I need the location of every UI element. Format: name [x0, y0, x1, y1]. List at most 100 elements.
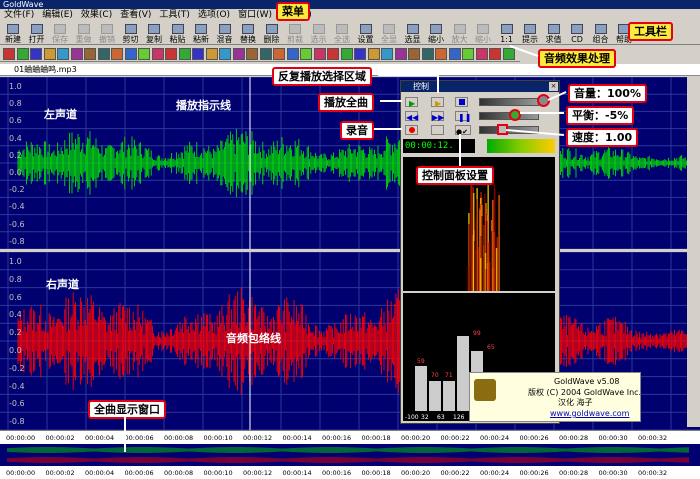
record-button[interactable] — [405, 125, 418, 135]
effect-icon[interactable] — [232, 48, 245, 60]
effect-icon[interactable] — [462, 48, 474, 60]
play-selection-icon: ▶ — [435, 99, 442, 108]
rewind-button[interactable]: ◀◀ — [405, 111, 418, 122]
toolbar-button[interactable]: 选显 — [402, 22, 424, 44]
toolbar-button[interactable]: 设置 — [355, 22, 377, 44]
toolbar-button[interactable]: 重做 — [73, 22, 95, 44]
play-all-button[interactable]: ▶ — [405, 97, 418, 108]
spectrum-value: 59 — [417, 358, 425, 365]
toolbar-button[interactable]: CD — [566, 22, 588, 44]
menu-item[interactable]: 工具(T) — [155, 9, 194, 21]
toolbar-button[interactable]: 打开 — [26, 22, 48, 44]
overview-window[interactable] — [0, 444, 700, 466]
effect-icon[interactable] — [124, 48, 137, 60]
pause-button[interactable]: ❚❚ — [455, 111, 471, 122]
effect-icon[interactable] — [421, 48, 434, 60]
effect-icon[interactable] — [205, 48, 218, 60]
record-stop-button[interactable] — [431, 125, 444, 135]
vertical-scrollbar[interactable] — [687, 77, 700, 427]
effect-icon[interactable] — [327, 48, 339, 60]
toolbar-button[interactable]: 组合 — [590, 22, 612, 44]
effect-icon[interactable] — [43, 48, 56, 60]
effect-icon[interactable] — [178, 48, 191, 60]
time-tick-label: 00:00:04 — [85, 434, 115, 442]
effect-icon[interactable] — [448, 48, 461, 60]
control-panel-title-bar[interactable]: 控制 × — [401, 81, 559, 92]
effect-icon[interactable] — [192, 48, 204, 60]
toolbar-button[interactable]: 粘贴 — [167, 22, 189, 44]
toolbar-button[interactable]: 缩小 — [425, 22, 447, 44]
effect-icon[interactable] — [489, 48, 501, 60]
effect-icon[interactable] — [246, 48, 258, 60]
effect-icon[interactable] — [84, 48, 96, 60]
effect-icon[interactable] — [286, 48, 299, 60]
about-website-link[interactable]: www.goldwave.com — [550, 409, 629, 418]
toolbar-button[interactable]: 求值 — [543, 22, 565, 44]
menu-item[interactable]: 效果(C) — [77, 9, 116, 21]
effect-icon[interactable] — [16, 48, 29, 60]
effect-icon[interactable] — [340, 48, 353, 60]
time-tick-label: 00:00:10 — [203, 434, 233, 442]
effect-icon[interactable] — [259, 48, 272, 60]
effect-icon[interactable] — [367, 48, 380, 60]
overview-waveform[interactable] — [0, 444, 700, 466]
toolbar-button[interactable]: 全显 — [378, 22, 400, 44]
menu-item[interactable]: 查看(V) — [116, 9, 155, 21]
effect-icon[interactable] — [30, 48, 42, 60]
effect-icon[interactable] — [3, 48, 15, 60]
effect-icon[interactable] — [97, 48, 110, 60]
effect-icon[interactable] — [151, 48, 164, 60]
toolbar-button[interactable]: 替换 — [237, 22, 259, 44]
effect-icon[interactable] — [394, 48, 407, 60]
volume-knob[interactable] — [537, 94, 550, 107]
toolbar-button[interactable]: 复制 — [143, 22, 165, 44]
effect-icon[interactable] — [435, 48, 447, 60]
toolbar-button[interactable]: 新建 — [2, 22, 24, 44]
toolbar-button[interactable]: 删除 — [261, 22, 283, 44]
effect-icon[interactable] — [273, 48, 285, 60]
app-title: GoldWave — [3, 0, 44, 9]
effect-icon[interactable] — [354, 48, 366, 60]
toolbar-button[interactable]: 提示 — [519, 22, 541, 44]
effect-icon[interactable] — [381, 48, 393, 60]
toolbar-button[interactable]: 撤销 — [96, 22, 118, 44]
effect-icon[interactable] — [70, 48, 83, 60]
toolbar-button[interactable]: 选示 — [308, 22, 330, 44]
speed-knob[interactable] — [497, 124, 508, 135]
speed-slider[interactable] — [479, 126, 539, 134]
close-icon[interactable]: × — [549, 82, 558, 91]
time-tick-label: 00:00:00 — [6, 434, 36, 442]
effect-icon[interactable] — [502, 48, 515, 60]
effect-icon[interactable] — [300, 48, 312, 60]
menu-item[interactable]: 文件(F) — [0, 9, 38, 21]
effect-icon[interactable] — [313, 48, 326, 60]
effect-icon[interactable] — [57, 48, 69, 60]
effect-icon[interactable] — [165, 48, 177, 60]
toolbar-button[interactable]: 缩小 — [472, 22, 494, 44]
time-tick-label: 00:00:24 — [480, 469, 510, 477]
effect-icon[interactable] — [475, 48, 488, 60]
effect-icon[interactable] — [408, 48, 420, 60]
balance-knob[interactable] — [509, 109, 521, 121]
toolbar-button[interactable]: 混音 — [214, 22, 236, 44]
toolbar-icon — [430, 24, 442, 34]
play-selection-button[interactable]: ▶ — [431, 97, 444, 108]
effect-icon[interactable] — [219, 48, 231, 60]
toolbar-button[interactable]: 剪裁 — [284, 22, 306, 44]
y-axis-label: -0.4 — [9, 202, 25, 212]
toolbar-button[interactable]: 放大 — [449, 22, 471, 44]
toolbar-button[interactable]: 保存 — [49, 22, 71, 44]
menu-item[interactable]: 选项(O) — [194, 9, 234, 21]
toolbar-button[interactable]: 1:1 — [496, 22, 518, 44]
volume-slider[interactable] — [479, 98, 539, 106]
effect-icon[interactable] — [138, 48, 150, 60]
toolbar-button[interactable]: 全选 — [331, 22, 353, 44]
effect-icon[interactable] — [111, 48, 123, 60]
fast-forward-button[interactable]: ▶▶ — [431, 111, 444, 122]
menu-item[interactable]: 编辑(E) — [38, 9, 77, 21]
toolbar-button[interactable]: 粘新 — [190, 22, 212, 44]
menu-item[interactable]: 窗口(W) — [234, 9, 276, 21]
toolbar-button[interactable]: 剪切 — [120, 22, 142, 44]
control-settings-button[interactable]: ●✔ — [455, 125, 471, 136]
stop-button[interactable] — [455, 97, 468, 107]
